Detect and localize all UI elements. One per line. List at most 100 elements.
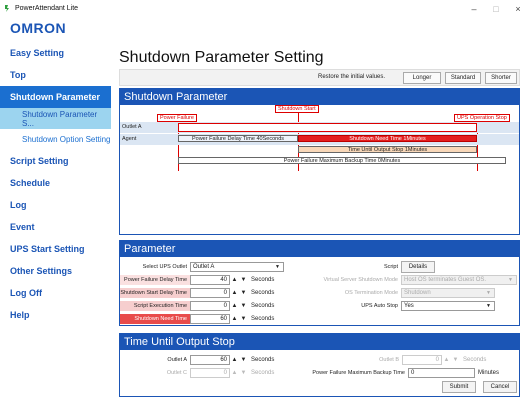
increment-icon[interactable]: ▲ [230, 368, 239, 378]
outlet-c-stop-row: Outlet C 0 ▲ ▼ Seconds [120, 367, 274, 378]
longer-button[interactable]: Longer [403, 72, 441, 84]
nav-shutdown-parameter-setting[interactable]: Shutdown Parameter S... [0, 108, 111, 129]
increment-icon[interactable]: ▲ [230, 301, 239, 311]
restore-label: Restore the initial values. [318, 74, 386, 80]
outlet-a-stop-input[interactable]: 60 [190, 354, 230, 365]
app-icon [3, 4, 12, 13]
decrement-icon[interactable]: ▼ [239, 301, 248, 311]
pf-delay-unit: Seconds [251, 276, 275, 283]
outlet-b-stop-label: Outlet B [379, 356, 399, 363]
sidebar: Easy Setting Top Shutdown Parameter Shut… [0, 42, 111, 326]
decrement-icon[interactable]: ▼ [239, 355, 248, 365]
vs-mode-row: Virtual Server Shutdown Mode Host OS ter… [315, 274, 517, 285]
output-stop-title: Time Until Output Stop [120, 334, 519, 350]
increment-icon[interactable]: ▲ [230, 288, 239, 298]
timeline-section: Shutdown Parameter Power Failure Shutdow… [119, 88, 520, 235]
nav-shutdown-option-setting[interactable]: Shutdown Option Setting [0, 129, 111, 150]
outlet-c-stop-input[interactable]: 0 [190, 367, 230, 378]
decrement-icon[interactable]: ▼ [239, 288, 248, 298]
auto-stop-dropdown[interactable]: Yes ▼ [401, 300, 495, 311]
decrement-icon[interactable]: ▼ [239, 314, 248, 324]
submit-button[interactable]: Submit [442, 381, 476, 393]
select-outlet-dropdown[interactable]: Outlet A ▼ [190, 261, 284, 272]
outlet-c-stop-unit: Seconds [251, 369, 275, 376]
outlet-a-stop-row: Outlet A 60 ▲ ▼ Seconds [120, 354, 274, 365]
agent-row-label: Agent [122, 136, 137, 142]
select-outlet-label: Select UPS Outlet [142, 263, 187, 270]
nav-other-settings[interactable]: Other Settings [0, 260, 111, 282]
nav-easy-setting[interactable]: Easy Setting [0, 42, 111, 64]
increment-icon[interactable]: ▲ [230, 314, 239, 324]
chevron-down-icon: ▼ [486, 289, 491, 296]
nav-script-setting[interactable]: Script Setting [0, 150, 111, 172]
max-backup-bar: Power Failure Maximum Backup Time 0Minut… [178, 157, 506, 164]
auto-stop-row: UPS Auto Stop Yes ▼ [315, 300, 495, 311]
script-exec-input[interactable]: 0 [190, 300, 230, 311]
nav-event[interactable]: Event [0, 216, 111, 238]
parameter-title: Parameter [120, 241, 519, 257]
need-time-label: Shutdown Need Time [120, 313, 190, 324]
nav-log-off[interactable]: Log Off [0, 282, 111, 304]
decrement-icon[interactable]: ▼ [239, 275, 248, 285]
pf-delay-input[interactable]: 40 [190, 274, 230, 285]
increment-icon[interactable]: ▲ [230, 355, 239, 365]
power-failure-marker: Power Failure [157, 114, 197, 122]
minimize-button[interactable]: – [463, 0, 485, 17]
shutdown-need-bar: Shutdown Need Time 1Minutes [298, 135, 477, 142]
pf-delay-row: Power Failure Delay Time 40 ▲ ▼ Seconds [120, 274, 274, 285]
nav-help[interactable]: Help [0, 304, 111, 326]
chevron-down-icon: ▼ [486, 302, 491, 309]
outlet-a-row-label: Outlet A [122, 124, 142, 130]
nav-schedule[interactable]: Schedule [0, 172, 111, 194]
script-exec-label: Script Execution Time [120, 300, 190, 311]
window-title: PowerAttendant Lite [15, 5, 79, 12]
maximize-button[interactable]: □ [485, 0, 507, 17]
increment-icon[interactable]: ▲ [442, 355, 451, 365]
title-bar: PowerAttendant Lite – □ × [0, 0, 529, 17]
os-mode-value: Shutdown [404, 289, 431, 296]
page-title: Shutdown Parameter Setting [119, 49, 324, 66]
cancel-button[interactable]: Cancel [483, 381, 517, 393]
increment-icon[interactable]: ▲ [230, 275, 239, 285]
output-stop-section: Time Until Output Stop Outlet A 60 ▲ ▼ S… [119, 333, 520, 397]
outlet-a-stop-unit: Seconds [251, 356, 275, 363]
standard-button[interactable]: Standard [445, 72, 481, 84]
os-mode-label: OS Termination Mode [344, 289, 398, 296]
script-label: Script [383, 263, 398, 270]
details-button[interactable]: Details [401, 260, 435, 273]
need-time-input[interactable]: 60 [190, 313, 230, 324]
outlet-a-bar [178, 123, 477, 132]
max-backup-input[interactable]: 0 [408, 367, 475, 378]
script-row: Script Details [315, 260, 435, 273]
script-exec-unit: Seconds [251, 302, 275, 309]
nav-log[interactable]: Log [0, 194, 111, 216]
os-mode-row: OS Termination Mode Shutdown ▼ [315, 287, 495, 298]
shorter-button[interactable]: Shorter [485, 72, 517, 84]
max-backup-label: Power Failure Maximum Backup Time [312, 369, 405, 376]
pf-delay-label: Power Failure Delay Time [120, 274, 190, 285]
decrement-icon[interactable]: ▼ [239, 368, 248, 378]
preset-bar: Restore the initial values. Longer Stand… [119, 69, 520, 86]
vs-mode-dropdown[interactable]: Host OS terminates Guest OS. ▼ [401, 274, 517, 285]
nav-top[interactable]: Top [0, 64, 111, 86]
outlet-a-stop-label: Outlet A [167, 356, 187, 363]
chevron-down-icon: ▼ [275, 263, 280, 270]
delay-time-bar: Power Failure Delay Time 40Seconds [178, 135, 298, 142]
auto-stop-value: Yes [404, 302, 414, 309]
os-mode-dropdown[interactable]: Shutdown ▼ [401, 287, 495, 298]
nav-shutdown-parameter[interactable]: Shutdown Parameter [0, 86, 111, 108]
until-output-stop-bar: Time Until Output Stop 1Minutes [298, 146, 477, 153]
max-backup-row: Power Failure Maximum Backup Time 0 Minu… [290, 367, 499, 378]
vs-mode-label: Virtual Server Shutdown Mode [323, 276, 399, 283]
nav-ups-start-setting[interactable]: UPS Start Setting [0, 238, 111, 260]
select-outlet-row: Select UPS Outlet Outlet A ▼ [120, 261, 284, 272]
outlet-c-stop-label: Outlet C [166, 369, 187, 376]
ss-delay-input[interactable]: 0 [190, 287, 230, 298]
need-time-unit: Seconds [251, 315, 275, 322]
ups-operation-stop-marker: UPS Operation Stop [454, 114, 510, 122]
ss-delay-label: Shutdown Start Delay Time [120, 287, 190, 298]
script-exec-row: Script Execution Time 0 ▲ ▼ Seconds [120, 300, 274, 311]
decrement-icon[interactable]: ▼ [451, 355, 460, 365]
close-button[interactable]: × [507, 0, 529, 17]
outlet-b-stop-input[interactable]: 0 [402, 354, 442, 365]
